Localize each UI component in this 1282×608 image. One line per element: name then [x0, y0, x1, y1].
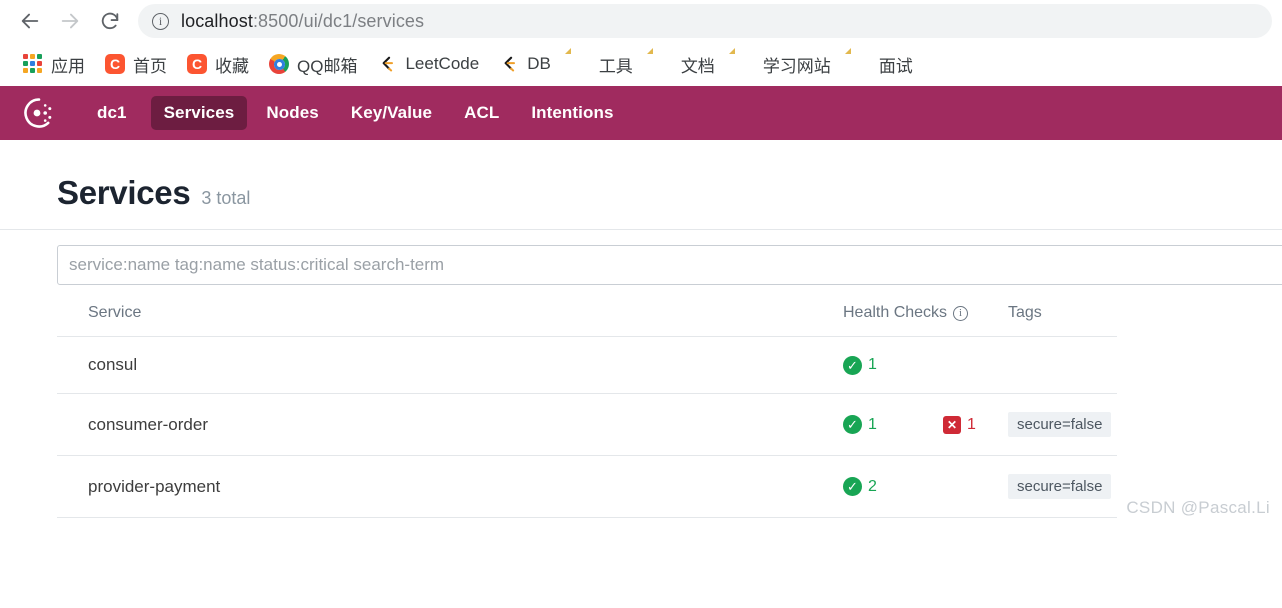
bookmark-label: 工具: [598, 56, 633, 76]
reload-button[interactable]: [90, 5, 130, 37]
browser-chrome: i localhost:8500/ui/dc1/services 应用 C 首页…: [0, 0, 1282, 86]
page-title: Services: [57, 174, 191, 211]
bookmark-interview[interactable]: 面试: [842, 48, 922, 80]
bookmark-label: QQ邮箱: [297, 56, 358, 76]
nav-item-intentions[interactable]: Intentions: [518, 96, 626, 130]
check-circle-icon: ✓: [843, 415, 862, 434]
nav-datacenter[interactable]: dc1: [84, 96, 145, 130]
table-row[interactable]: consul ✓ 1: [57, 336, 1117, 394]
bookmark-label: 面试: [878, 56, 913, 76]
bookmark-label: 首页: [133, 56, 167, 76]
consul-nav-links: dc1 Services Nodes Key/Value ACL Intenti…: [84, 96, 627, 130]
bookmark-label: 文档: [680, 56, 715, 76]
reload-icon: [101, 12, 119, 30]
bookmark-db[interactable]: DB: [490, 48, 560, 80]
table-row[interactable]: consumer-order ✓ 1 ✕ 1 secure=false: [57, 393, 1117, 456]
site-info-icon[interactable]: i: [152, 12, 169, 30]
check-circle-icon: ✓: [843, 355, 862, 375]
services-total-count: 3 total: [201, 188, 251, 208]
health-critical-group: ✕ 1: [943, 415, 977, 434]
bookmark-label: 收藏: [215, 56, 249, 76]
bookmark-docs[interactable]: 文档: [644, 48, 724, 80]
back-arrow-icon: [21, 13, 39, 29]
leetcode-icon: [499, 54, 519, 74]
health-checks-cell: ✓ 2: [812, 455, 977, 518]
consul-logo-icon[interactable]: [22, 96, 56, 130]
bookmark-favorites[interactable]: C 收藏: [178, 48, 258, 80]
browser-toolbar: i localhost:8500/ui/dc1/services: [0, 0, 1282, 42]
forward-arrow-icon: [61, 13, 79, 29]
column-header-health-checks-label: Health Checks: [843, 304, 948, 321]
address-bar[interactable]: i localhost:8500/ui/dc1/services: [138, 4, 1272, 38]
bookmark-study-sites[interactable]: 学习网站: [726, 48, 840, 80]
page-header: Services 3 total: [0, 140, 1282, 212]
column-header-health-checks[interactable]: Health Checks i: [812, 304, 977, 337]
bookmark-label: LeetCode: [405, 54, 480, 73]
service-link[interactable]: consul: [88, 355, 137, 375]
nav-item-key-value[interactable]: Key/Value: [338, 96, 445, 130]
watermark: CSDN @Pascal.Li: [1126, 498, 1270, 517]
bookmarks-bar: 应用 C 首页 C 收藏 QQ邮箱 LeetCode DB 工具 文档 学习网站…: [0, 42, 1282, 86]
consul-nav-bar: dc1 Services Nodes Key/Value ACL Intenti…: [0, 86, 1282, 140]
tag-badge: secure=false: [1008, 474, 1112, 499]
forward-button[interactable]: [50, 5, 90, 37]
check-circle-icon: ✓: [843, 477, 862, 496]
nav-item-services[interactable]: Services: [150, 96, 248, 130]
folder-icon: [851, 54, 871, 74]
table-row[interactable]: provider-payment ✓ 2 secure=false: [57, 455, 1117, 518]
bookmark-apps[interactable]: 应用: [14, 48, 94, 80]
tags-cell: secure=false: [977, 455, 1117, 518]
passing-count: 2: [868, 477, 877, 495]
bookmark-tools[interactable]: 工具: [562, 48, 642, 80]
leetcode-icon: [377, 54, 397, 74]
bookmark-label: 应用: [51, 56, 85, 76]
back-button[interactable]: [10, 5, 50, 37]
health-passing-group: ✓ 1: [843, 355, 877, 375]
qq-mail-icon: [269, 54, 289, 74]
tag-badge: secure=false: [1008, 412, 1112, 437]
url-path: :8500/ui/dc1/services: [252, 10, 425, 31]
info-icon[interactable]: i: [953, 305, 969, 321]
column-header-tags[interactable]: Tags: [977, 304, 1117, 337]
page-content: Services 3 total Service Health Checks i…: [0, 140, 1282, 526]
bookmark-qq-mail[interactable]: QQ邮箱: [260, 48, 366, 80]
service-name-cell[interactable]: consumer-order: [57, 393, 812, 456]
search-input[interactable]: [57, 245, 1282, 285]
health-passing-group: ✓ 1: [843, 415, 877, 434]
bookmark-label: 学习网站: [762, 56, 831, 76]
bookmark-label: DB: [527, 54, 551, 73]
column-header-service[interactable]: Service: [57, 304, 812, 337]
url-text: localhost:8500/ui/dc1/services: [181, 11, 424, 32]
csdn-c-icon: C: [105, 54, 125, 74]
service-name-cell[interactable]: consul: [57, 336, 812, 394]
tags-cell: secure=false: [977, 393, 1117, 456]
folder-icon: [571, 54, 591, 74]
nav-item-nodes[interactable]: Nodes: [253, 96, 331, 130]
health-checks-cell: ✓ 1 ✕ 1: [812, 393, 977, 456]
service-link[interactable]: provider-payment: [88, 477, 220, 497]
services-table-body: consul ✓ 1 consumer-order ✓ 1 ✕ 1 secure…: [57, 336, 1117, 518]
csdn-c-icon: C: [187, 54, 207, 74]
tags-cell: [977, 336, 1117, 394]
bookmark-home[interactable]: C 首页: [96, 48, 176, 80]
passing-count: 1: [868, 356, 877, 373]
folder-icon: [735, 54, 755, 74]
health-checks-cell: ✓ 1: [812, 336, 977, 394]
close-square-icon: ✕: [943, 415, 961, 434]
service-link[interactable]: consumer-order: [88, 415, 208, 435]
nav-item-acl[interactable]: ACL: [451, 96, 512, 130]
health-passing-group: ✓ 2: [843, 477, 877, 496]
services-table: Service Health Checks i Tags consul ✓ 1 …: [57, 304, 1117, 518]
services-table-head: Service Health Checks i Tags: [57, 304, 1117, 337]
apps-grid-icon: [23, 54, 43, 74]
critical-count: 1: [967, 415, 976, 433]
table-header-row: Service Health Checks i Tags: [57, 304, 1117, 337]
passing-count: 1: [868, 415, 877, 433]
service-name-cell[interactable]: provider-payment: [57, 455, 812, 518]
folder-icon: [653, 54, 673, 74]
filter-row: [0, 230, 1282, 285]
url-host: localhost: [181, 10, 253, 31]
bookmark-leetcode[interactable]: LeetCode: [368, 48, 488, 80]
